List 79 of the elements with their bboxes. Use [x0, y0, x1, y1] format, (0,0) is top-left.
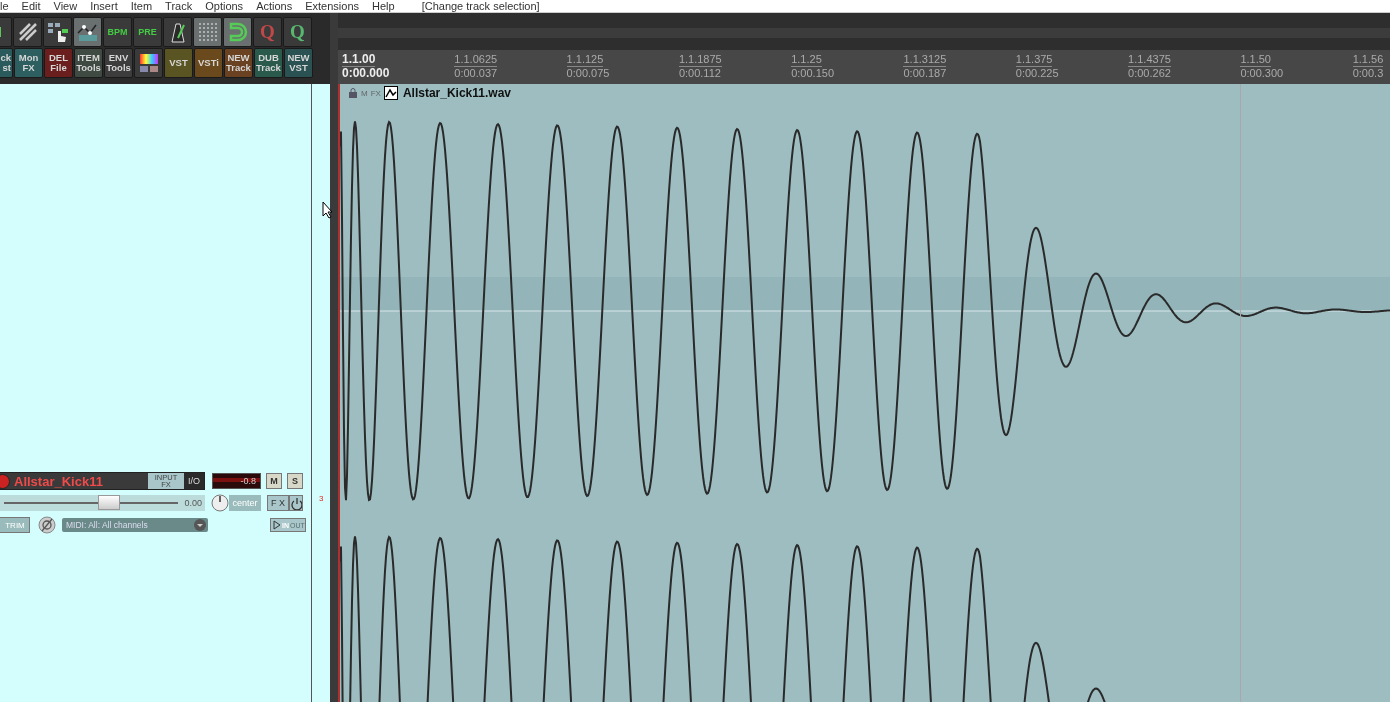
power-icon[interactable]: [289, 495, 303, 511]
ruler-time: 0:00.187: [903, 67, 947, 80]
ruler-time: 0:00.225: [1015, 67, 1059, 80]
ruler-beat: 1.1.50: [1240, 53, 1271, 67]
toolbar-button[interactable]: VST: [164, 48, 193, 78]
menu-item[interactable]: Track: [165, 0, 193, 12]
q-label: Q: [260, 21, 275, 43]
track-number: 3: [319, 494, 324, 503]
toolbar-button[interactable]: BPM: [103, 17, 132, 47]
menu-item[interactable]: Item: [130, 0, 153, 12]
toolbar-button[interactable]: ITEM Tools: [74, 48, 103, 78]
grid-icon: [196, 21, 219, 43]
grid-hand-icon: [46, 21, 69, 43]
ruler-time: 0:00.300: [1240, 67, 1284, 80]
phase-invert-icon[interactable]: [38, 516, 56, 534]
ruler-beat: 1.1.125: [566, 53, 604, 67]
item-name: Allstar_Kick11.wav: [402, 86, 511, 100]
toolbar-button[interactable]: DEL File: [44, 48, 73, 78]
lock-icon[interactable]: [348, 88, 358, 98]
track-name[interactable]: Allstar_Kick11: [14, 473, 148, 489]
menu-item[interactable]: le: [0, 0, 9, 12]
volume-reading: 0.00: [184, 498, 203, 508]
play-icon: [273, 520, 281, 530]
toolbar-button[interactable]: VSTi: [194, 48, 223, 78]
ruler-beat: 1.1.0625: [454, 53, 498, 67]
toolbar-button[interactable]: [134, 48, 163, 78]
mute-button[interactable]: M: [266, 473, 282, 489]
toolbar-button[interactable]: [193, 17, 222, 47]
pan-reading: center: [229, 495, 261, 511]
ruler-time: 0:00.000: [342, 67, 390, 80]
ruler-time: 0:00.075: [566, 67, 610, 80]
toolbar-button[interactable]: NEW Track: [224, 48, 253, 78]
ruler-beat: 1.1.1875: [678, 53, 722, 67]
io-button[interactable]: I/O: [184, 473, 204, 489]
ruler-time: 0:00.3: [1352, 67, 1384, 80]
caret-icon: [194, 519, 206, 531]
q-label: Q: [290, 21, 305, 43]
ruler-beat: 1.1.3125: [903, 53, 947, 67]
toolbar-button[interactable]: PRE: [133, 17, 162, 47]
ruler-time: 0:00.262: [1128, 67, 1171, 80]
ruler-time: 0:00.037: [454, 67, 498, 80]
menu-item[interactable]: View: [53, 0, 78, 12]
fx-button[interactable]: F X: [267, 495, 289, 511]
menu-item[interactable]: Extensions: [305, 0, 359, 12]
palette-icon: [137, 52, 160, 74]
record-arm-button[interactable]: [0, 473, 10, 489]
toolbar-button[interactable]: [73, 17, 102, 47]
menu-item[interactable]: Options: [205, 0, 244, 12]
volume-slider[interactable]: 0.00: [0, 495, 205, 511]
toolbar-button[interactable]: [43, 17, 72, 47]
menu-item[interactable]: Help: [372, 0, 395, 12]
toolbar-button[interactable]: ck st: [0, 48, 13, 78]
envelope-icon[interactable]: [383, 86, 398, 100]
pan-knob[interactable]: [211, 494, 229, 512]
toolbar-button[interactable]: Mon FX: [14, 48, 43, 78]
menu-item[interactable]: Insert: [90, 0, 118, 12]
mouse-pointer-icon: [322, 201, 334, 219]
ruler-beat: 1.1.4375: [1128, 53, 1171, 67]
toolbar-button[interactable]: [163, 17, 192, 47]
ruler-time: 0:00.112: [678, 67, 721, 80]
metronome-icon: [168, 21, 187, 43]
toolbar-button[interactable]: DUB Track: [254, 48, 283, 78]
solo-button[interactable]: S: [287, 473, 303, 489]
ruler-beat: 1.1.375: [1015, 53, 1053, 67]
menu-item[interactable]: Actions: [256, 0, 293, 12]
ruler-time: 0:00.150: [791, 67, 834, 80]
ruler-beat: 1.1.56: [1352, 53, 1384, 67]
ruler-beat: 1.1.00: [342, 53, 376, 67]
menu-item[interactable]: Edit: [21, 0, 41, 12]
toolbar-button[interactable]: [13, 17, 42, 47]
toolbar-button[interactable]: Q: [283, 17, 312, 47]
toolbar-button[interactable]: NEW VST: [284, 48, 313, 78]
ruler-beat: 1.1.25: [791, 53, 822, 67]
media-item[interactable]: M FX Allstar_Kick11.wav: [340, 84, 1390, 702]
toolbar-button[interactable]: [223, 17, 252, 47]
volume-thumb[interactable]: [97, 495, 120, 510]
level-meter: -0.8: [212, 473, 261, 489]
action-hint: [Change track selection]: [421, 0, 540, 12]
toolbar-button[interactable]: ENV Tools: [104, 48, 133, 78]
